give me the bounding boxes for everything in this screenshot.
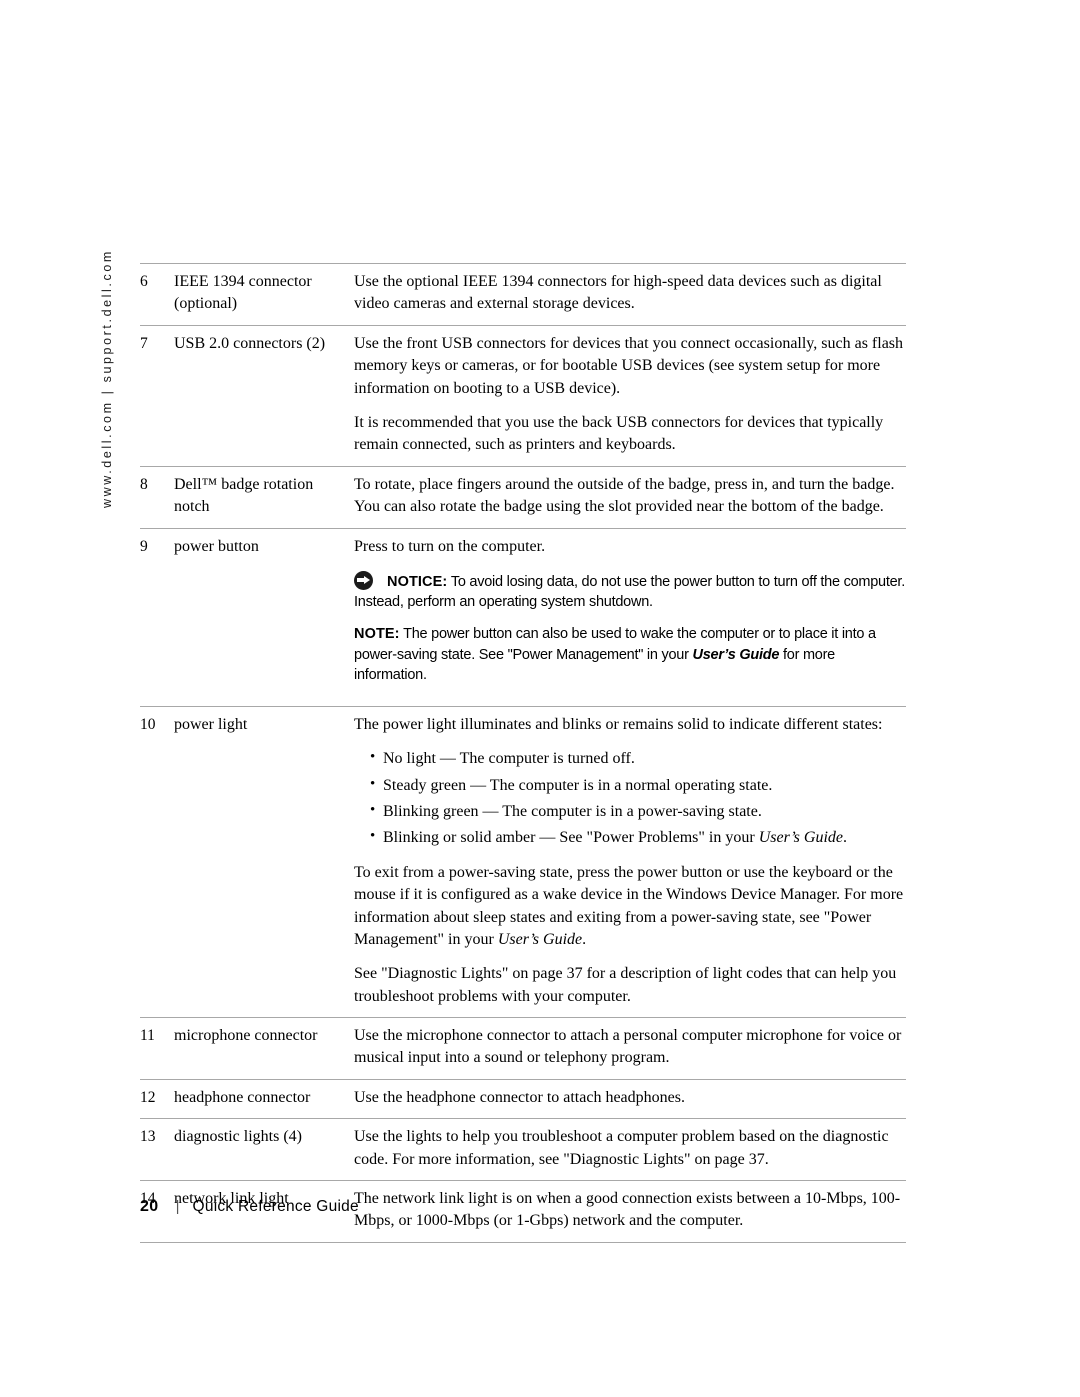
list-item-text-end: .	[843, 829, 847, 847]
row-description: Use the microphone connector to attach a…	[354, 1017, 906, 1080]
table-row: 10 power light The power light illuminat…	[140, 705, 906, 1018]
row-number: 7	[140, 324, 174, 467]
row-label-line1: power button	[174, 537, 259, 555]
row-label-line2: notch	[174, 497, 210, 515]
table-row: 11 microphone connector Use the micropho…	[140, 1017, 906, 1080]
list-item: Steady green — The computer is in a norm…	[370, 774, 906, 797]
table-row: 8 Dell™ badge rotation notch To rotate, …	[140, 465, 906, 529]
table-row: 7 USB 2.0 connectors (2) Use the front U…	[140, 324, 906, 467]
table-row: 12 headphone connector Use the headphone…	[140, 1078, 906, 1119]
footer-title: Quick Reference Guide	[192, 1198, 359, 1215]
row-label-line1: USB 2.0 connectors (2)	[174, 334, 326, 352]
description-paragraph: To exit from a power-saving state, press…	[354, 862, 906, 952]
row-label: headphone connector	[174, 1078, 354, 1119]
description-paragraph: The power light illuminates and blinks o…	[354, 715, 883, 733]
row-label-line1: Dell™ badge rotation	[174, 475, 314, 493]
row-number: 9	[140, 527, 174, 707]
row-label-line2: (optional)	[174, 295, 238, 313]
specification-table: 6 IEEE 1394 connector (optional) Use the…	[140, 263, 906, 1243]
guide-reference: User’s Guide	[758, 829, 843, 847]
description-paragraph: The network link light is on when a good…	[354, 1190, 901, 1230]
page-footer: 20 | Quick Reference Guide	[140, 1198, 359, 1216]
row-number: 12	[140, 1078, 174, 1119]
row-label: diagnostic lights (4)	[174, 1118, 354, 1181]
row-label: IEEE 1394 connector (optional)	[174, 263, 354, 326]
row-number: 13	[140, 1118, 174, 1181]
note-guide-reference: User’s Guide	[692, 646, 780, 663]
row-label-line1: microphone connector	[174, 1027, 318, 1045]
description-paragraph: Press to turn on the computer.	[354, 537, 546, 555]
note-callout: NOTE: The power button can also be used …	[354, 624, 906, 686]
table-row: 13 diagnostic lights (4) Use the lights …	[140, 1118, 906, 1181]
description-paragraph: To rotate, place fingers around the outs…	[354, 475, 895, 516]
side-rail: www.dell.com | support.dell.com	[0, 0, 140, 1397]
note-lead: NOTE:	[354, 626, 400, 643]
footer-separator: |	[175, 1198, 180, 1215]
footer-page-number: 20	[140, 1198, 159, 1215]
row-description: To rotate, place fingers around the outs…	[354, 465, 906, 529]
row-description: Press to turn on the computer. NOTICE: T…	[354, 527, 906, 707]
description-paragraph: It is recommended that you use the back …	[354, 413, 884, 454]
list-item-text: Blinking or solid amber — See "Power Pro…	[383, 829, 759, 847]
table-row: 9 power button Press to turn on the comp…	[140, 527, 906, 707]
row-label-line1: headphone connector	[174, 1088, 311, 1106]
list-item-text: No light — The computer is turned off.	[383, 750, 635, 768]
notice-arrow-icon	[354, 570, 373, 590]
list-item: Blinking green — The computer is in a po…	[370, 800, 906, 823]
description-paragraph: Use the microphone connector to attach a…	[354, 1027, 902, 1067]
description-paragraph: See "Diagnostic Lights" on page 37 for a…	[354, 965, 897, 1005]
row-description: Use the headphone connector to attach he…	[354, 1078, 906, 1119]
notice-callout: NOTICE: To avoid losing data, do not use…	[354, 570, 906, 613]
row-description: Use the lights to help you troubleshoot …	[354, 1118, 906, 1181]
row-number: 8	[140, 465, 174, 529]
description-paragraph: Use the front USB connectors for devices…	[354, 334, 904, 397]
guide-reference: User’s Guide	[497, 930, 583, 948]
list-item: No light — The computer is turned off.	[370, 747, 906, 770]
row-label-line1: power light	[174, 715, 248, 733]
row-description: The power light illuminates and blinks o…	[354, 705, 906, 1018]
paragraph-text-b: .	[582, 930, 587, 948]
description-paragraph: Use the headphone connector to attach he…	[354, 1088, 685, 1106]
row-number: 11	[140, 1017, 174, 1080]
row-number: 10	[140, 705, 174, 1018]
row-description: The network link light is on when a good…	[354, 1180, 906, 1243]
row-label-line1: diagnostic lights (4)	[174, 1128, 302, 1146]
row-label-line1: IEEE 1394 connector	[174, 273, 312, 290]
power-light-state-list: No light — The computer is turned off. S…	[354, 747, 906, 850]
notice-lead: NOTICE:	[387, 573, 448, 590]
table-row: 6 IEEE 1394 connector (optional) Use the…	[140, 263, 906, 326]
description-paragraph: Use the optional IEEE 1394 connectors fo…	[354, 273, 882, 313]
side-rail-url: www.dell.com | support.dell.com	[100, 249, 114, 508]
row-label: power button	[174, 527, 354, 707]
list-item-text: Blinking green — The computer is in a po…	[383, 802, 762, 820]
paragraph-text-a: To exit from a power-saving state, press…	[354, 863, 904, 948]
description-paragraph: Use the lights to help you troubleshoot …	[354, 1128, 889, 1168]
list-item-text: Steady green — The computer is in a norm…	[383, 776, 773, 794]
row-description: Use the optional IEEE 1394 connectors fo…	[354, 263, 906, 326]
row-label: power light	[174, 705, 354, 1018]
list-item: Blinking or solid amber — See "Power Pro…	[370, 826, 906, 849]
row-label: microphone connector	[174, 1017, 354, 1080]
row-number: 6	[140, 263, 174, 326]
row-description: Use the front USB connectors for devices…	[354, 324, 906, 467]
row-label: USB 2.0 connectors (2)	[174, 324, 354, 467]
row-label: Dell™ badge rotation notch	[174, 465, 354, 529]
